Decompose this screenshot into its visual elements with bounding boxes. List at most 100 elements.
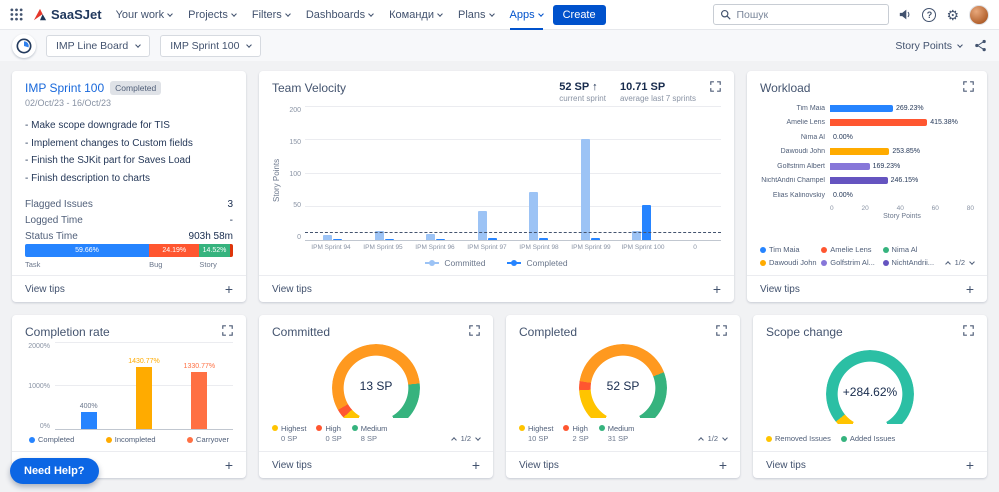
expand-icon[interactable] [710, 81, 721, 92]
chevron-up-icon[interactable] [450, 436, 457, 443]
legend-item[interactable]: Carryover [187, 435, 229, 444]
nav-teams[interactable]: Команди [389, 0, 443, 30]
workload-bar[interactable] [830, 162, 870, 170]
chevron-down-icon[interactable] [969, 258, 975, 265]
legend-item[interactable]: Nima Al [882, 245, 944, 254]
legend-item[interactable]: Medium 31 SP [598, 424, 634, 443]
view-tips-link[interactable]: View tips [272, 284, 312, 295]
velocity-bar-group [374, 107, 394, 240]
add-icon[interactable]: + [966, 281, 974, 297]
legend-item[interactable]: Highest 0 SP [272, 424, 306, 443]
expand-icon[interactable] [469, 325, 480, 336]
axis-tick: 20 [861, 204, 869, 212]
view-tips-link[interactable]: View tips [25, 284, 65, 295]
workload-bar[interactable] [830, 148, 890, 156]
nav-your-work[interactable]: Your work [116, 0, 173, 30]
workload-bar[interactable] [830, 119, 928, 127]
brand-logo[interactable]: SaaSJet [33, 7, 102, 22]
legend-item[interactable]: Removed Issues [766, 434, 831, 443]
legend-item[interactable]: Tim Maia [760, 245, 821, 254]
velocity-bar[interactable] [487, 238, 497, 240]
velocity-bar[interactable] [323, 234, 333, 240]
sprint-select[interactable]: IMP Sprint 100 [160, 34, 262, 57]
app-switcher-icon[interactable] [10, 8, 23, 21]
velocity-bar[interactable] [580, 138, 590, 240]
velocity-bar[interactable] [426, 234, 436, 240]
expand-icon[interactable] [963, 81, 974, 92]
completion-bar[interactable] [135, 367, 152, 429]
nav-apps[interactable]: Apps [509, 0, 544, 30]
board-select[interactable]: IMP Line Board [46, 34, 151, 57]
workload-bar[interactable] [830, 177, 888, 185]
search-input[interactable] [736, 8, 883, 21]
workload-row: Tim Maia 269.23% [760, 101, 974, 116]
search-box[interactable] [713, 4, 890, 25]
workload-bar[interactable] [830, 104, 893, 112]
view-tips-link[interactable]: View tips [272, 460, 312, 471]
sprint-title[interactable]: IMP Sprint 100 [25, 81, 104, 95]
add-icon[interactable]: + [225, 457, 233, 473]
scope-change-gauge: +284.62% [766, 339, 974, 434]
velocity-x-labels: IPM Sprint 94 IPM Sprint 95 IPM Sprint 96 I… [305, 241, 721, 254]
user-avatar[interactable] [969, 4, 989, 25]
nav-filters[interactable]: Filters [252, 0, 291, 30]
brand-name: SaaSJet [51, 7, 102, 22]
legend-pagination[interactable]: 1/2 [450, 434, 481, 443]
legend-item[interactable]: NichtAndrii... [882, 258, 944, 267]
velocity-bar[interactable] [642, 205, 652, 240]
legend-pagination[interactable]: 1/2 [697, 434, 728, 443]
help-icon[interactable]: ? [922, 7, 937, 22]
unit-select[interactable]: Story Points [895, 40, 963, 52]
legend-label: Dawoudi John [769, 258, 817, 267]
chevron-up-icon[interactable] [944, 260, 951, 267]
add-icon[interactable]: + [966, 457, 974, 473]
share-icon[interactable] [974, 39, 987, 52]
velocity-bar[interactable] [477, 210, 487, 240]
legend-item[interactable]: Medium 8 SP [351, 424, 387, 443]
velocity-bar[interactable] [333, 239, 343, 240]
legend-item[interactable]: High 2 SP [563, 424, 589, 443]
nav-projects[interactable]: Projects [188, 0, 237, 30]
legend-item[interactable]: High 0 SP [316, 424, 342, 443]
legend-dot [821, 259, 828, 266]
nav-dashboards[interactable]: Dashboards [306, 0, 374, 30]
completion-bar[interactable] [80, 411, 97, 429]
velocity-bar[interactable] [590, 238, 600, 240]
legend-pagination[interactable]: 1/2 [944, 258, 975, 267]
create-button[interactable]: Create [552, 4, 606, 25]
view-tips-link[interactable]: View tips [766, 460, 806, 471]
chevron-down-icon[interactable] [722, 434, 728, 441]
announcements-icon[interactable] [899, 8, 912, 21]
distribution-segment: 14.52% [199, 244, 230, 257]
axis-tick: 100 [289, 170, 301, 178]
add-icon[interactable]: + [719, 457, 727, 473]
legend-item[interactable]: Incompleted [105, 435, 156, 444]
add-icon[interactable]: + [472, 457, 480, 473]
velocity-bar[interactable] [384, 238, 394, 240]
chevron-up-icon[interactable] [697, 436, 704, 443]
legend-item[interactable]: Committed [425, 258, 485, 268]
legend-item[interactable]: Highest 10 SP [519, 423, 554, 443]
settings-gear-icon[interactable]: ⚙ [946, 8, 959, 22]
legend-item[interactable]: Golfstrim Al... [821, 258, 882, 267]
add-icon[interactable]: + [713, 281, 721, 297]
view-tips-link[interactable]: View tips [519, 460, 559, 471]
nav-plans[interactable]: Plans [458, 0, 495, 30]
legend-item[interactable]: Added Issues [840, 434, 895, 443]
expand-icon[interactable] [222, 325, 233, 336]
legend-item[interactable]: Completed [507, 258, 568, 268]
legend-item[interactable]: Amelie Lens [821, 245, 882, 254]
legend-label: Highest [528, 423, 554, 433]
scope-legend: Removed Issues Added Issues [766, 434, 974, 446]
chevron-down-icon[interactable] [475, 434, 481, 441]
velocity-bar[interactable] [539, 238, 549, 240]
legend-item[interactable]: Dawoudi John [760, 258, 821, 267]
add-icon[interactable]: + [225, 281, 233, 297]
expand-icon[interactable] [716, 325, 727, 336]
expand-icon[interactable] [963, 325, 974, 336]
velocity-bar[interactable] [436, 239, 446, 240]
completion-bar[interactable] [191, 371, 208, 429]
need-help-button[interactable]: Need Help? [10, 458, 99, 484]
view-tips-link[interactable]: View tips [760, 284, 800, 295]
legend-item[interactable]: Completed [29, 435, 74, 444]
